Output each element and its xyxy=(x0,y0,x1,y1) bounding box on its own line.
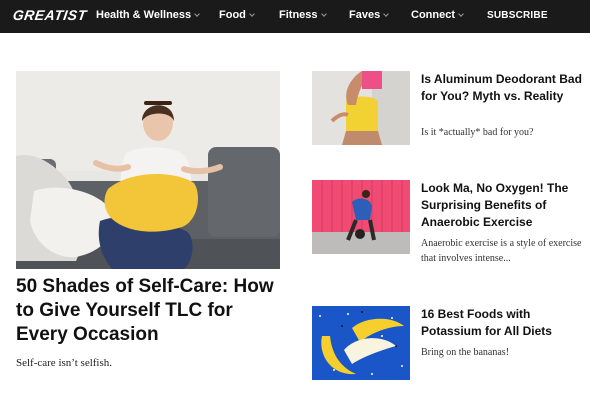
chevron-down-icon xyxy=(194,11,201,17)
nav-item-connect[interactable]: Connect xyxy=(411,9,464,21)
card-image-anaerobic[interactable] xyxy=(312,180,410,254)
chevron-down-icon xyxy=(383,11,390,17)
card-subtitle: Bring on the bananas! xyxy=(421,347,510,358)
woman-arms-raised-image xyxy=(312,71,410,145)
card-title[interactable]: Look Ma, No Oxygen! The Surprising Benef… xyxy=(421,180,583,231)
nav-item-fitness[interactable]: Fitness xyxy=(279,9,327,21)
nav-item-faves[interactable]: Faves xyxy=(349,9,390,21)
greatist-logo[interactable]: GREATIST xyxy=(12,7,88,23)
card-title[interactable]: 16 Best Foods with Potassium for All Die… xyxy=(421,306,583,340)
banana-image xyxy=(312,306,410,380)
hero-article-image[interactable] xyxy=(16,71,280,269)
subscribe-link[interactable]: SUBSCRIBE xyxy=(487,10,548,21)
card-image-deodorant[interactable] xyxy=(312,71,410,145)
woman-on-couch-image xyxy=(16,71,280,269)
card-image-potassium[interactable] xyxy=(312,306,410,380)
nav-item-food[interactable]: Food xyxy=(219,9,255,21)
kettlebell-workout-image xyxy=(312,180,410,254)
nav-item-label: Connect xyxy=(411,9,455,21)
nav-item-label: Food xyxy=(219,9,246,21)
nav-item-health-wellness[interactable]: Health & Wellness xyxy=(96,9,201,21)
nav-item-label: Faves xyxy=(349,9,381,21)
card-subtitle: Anaerobic exercise is a style of exercis… xyxy=(421,238,582,264)
nav-item-label: Fitness xyxy=(279,9,318,21)
chevron-down-icon xyxy=(249,11,255,17)
card-subtitle: Is it *actually* bad for you? xyxy=(421,127,534,138)
chevron-down-icon xyxy=(458,11,464,17)
chevron-down-icon xyxy=(320,11,327,17)
hero-article-subtitle: Self-care isn’t selfish. xyxy=(16,357,113,369)
hero-article-title[interactable]: 50 Shades of Self-Care: How to Give Your… xyxy=(16,275,280,347)
nav-item-label: Health & Wellness xyxy=(96,9,192,21)
top-nav-bar: GREATIST Health & Wellness Food Fitness … xyxy=(0,0,590,33)
card-title[interactable]: Is Aluminum Deodorant Bad for You? Myth … xyxy=(421,71,583,105)
